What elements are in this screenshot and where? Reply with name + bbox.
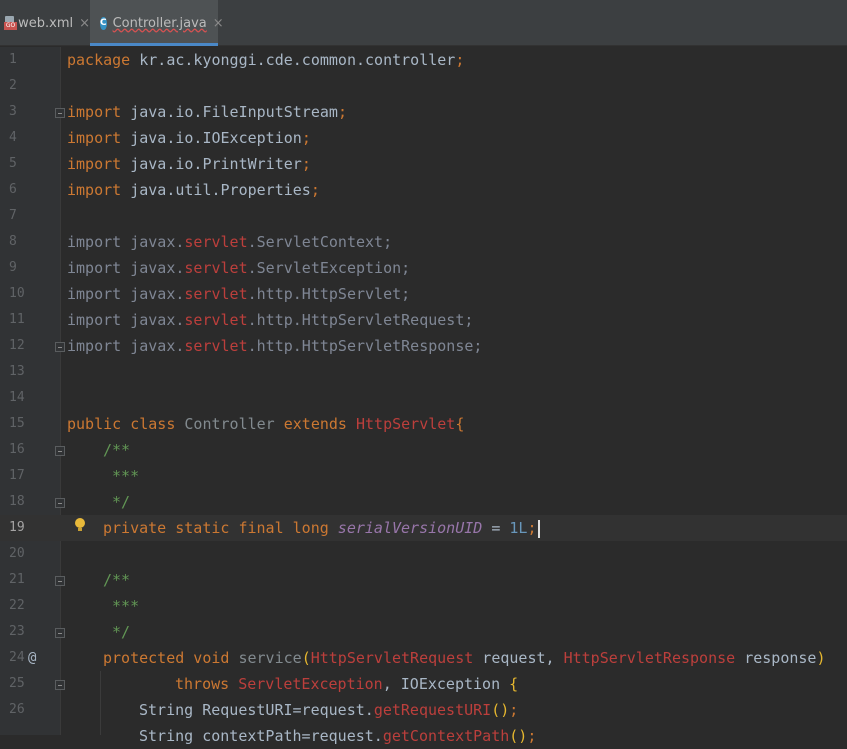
line-number: 23 xyxy=(9,624,25,639)
tab-web-xml[interactable]: GO web.xml × xyxy=(0,0,90,46)
code-line-25[interactable]: throws ServletException, IOException { xyxy=(175,671,518,697)
line-number: 20 xyxy=(9,546,25,561)
line-number: 11 xyxy=(9,312,25,327)
line-number: 4 xyxy=(9,130,17,145)
fold-icon[interactable] xyxy=(55,108,65,118)
line-number: 16 xyxy=(9,442,25,457)
fold-icon[interactable] xyxy=(55,342,65,352)
code-line-22[interactable]: *** xyxy=(103,593,139,619)
editor-tab-bar: GO web.xml × C Controller.java × xyxy=(0,0,847,46)
code-line-27[interactable]: String contextPath=request.getContextPat… xyxy=(139,723,536,749)
tab-controller-java[interactable]: C Controller.java × xyxy=(90,0,224,46)
code-line-6[interactable]: import java.util.Properties; xyxy=(67,177,320,203)
code-line-19[interactable]: private static final long serialVersionU… xyxy=(103,515,540,541)
line-number: 3 xyxy=(9,104,17,119)
line-number: 15 xyxy=(9,416,25,431)
code-line-16[interactable]: /** xyxy=(103,437,130,463)
line-number: 7 xyxy=(9,208,17,223)
code-line-15[interactable]: public class Controller extends HttpServ… xyxy=(67,411,464,437)
code-line-9[interactable]: import javax.servlet.ServletException; xyxy=(67,255,410,281)
line-number: 13 xyxy=(9,364,25,379)
line-number: 26 xyxy=(9,702,25,717)
line-number: 19 xyxy=(9,520,25,535)
text-caret xyxy=(537,519,540,538)
code-line-17[interactable]: *** xyxy=(103,463,139,489)
line-number: 25 xyxy=(9,676,25,691)
line-number: 22 xyxy=(9,598,25,613)
fold-icon[interactable] xyxy=(55,498,65,508)
line-number: 9 xyxy=(9,260,17,275)
code-line-1[interactable]: package kr.ac.kyonggi.cde.common.control… xyxy=(67,47,464,73)
line-number: 14 xyxy=(9,390,25,405)
code-line-4[interactable]: import java.io.IOException; xyxy=(67,125,311,151)
line-number: 6 xyxy=(9,182,17,197)
line-number: 12 xyxy=(9,338,25,353)
indent-guide xyxy=(100,671,101,735)
close-icon[interactable]: × xyxy=(213,16,224,31)
lightbulb-icon[interactable] xyxy=(75,518,85,532)
close-icon[interactable]: × xyxy=(79,16,90,31)
fold-icon[interactable] xyxy=(55,446,65,456)
line-number: 18 xyxy=(9,494,25,509)
line-number: 5 xyxy=(9,156,17,171)
code-line-18[interactable]: */ xyxy=(103,489,130,515)
line-number: 2 xyxy=(9,78,17,93)
line-number: 10 xyxy=(9,286,25,301)
tab-web-xml-label: web.xml xyxy=(18,15,74,31)
override-marker-icon[interactable]: @ xyxy=(28,650,36,666)
code-line-21[interactable]: /** xyxy=(103,567,130,593)
code-line-10[interactable]: import javax.servlet.http.HttpServlet; xyxy=(67,281,410,307)
code-line-5[interactable]: import java.io.PrintWriter; xyxy=(67,151,311,177)
tab-controller-java-label: Controller.java xyxy=(112,15,207,31)
line-number: 1 xyxy=(9,52,17,67)
fold-icon[interactable] xyxy=(55,628,65,638)
code-line-3[interactable]: import java.io.FileInputStream; xyxy=(67,99,347,125)
line-number: 17 xyxy=(9,468,25,483)
fold-icon[interactable] xyxy=(55,680,65,690)
code-line-11[interactable]: import javax.servlet.http.HttpServletReq… xyxy=(67,307,473,333)
java-class-icon: C xyxy=(100,16,107,30)
xml-file-icon: GO xyxy=(4,16,17,30)
fold-icon[interactable] xyxy=(55,576,65,586)
code-line-26[interactable]: String RequestURI=request.getRequestURI(… xyxy=(139,697,518,723)
code-line-23[interactable]: */ xyxy=(103,619,130,645)
code-line-8[interactable]: import javax.servlet.ServletContext; xyxy=(67,229,392,255)
line-number: 8 xyxy=(9,234,17,249)
code-line-24[interactable]: protected void service(HttpServletReques… xyxy=(103,645,826,671)
line-number: 21 xyxy=(9,572,25,587)
code-line-12[interactable]: import javax.servlet.http.HttpServletRes… xyxy=(67,333,482,359)
